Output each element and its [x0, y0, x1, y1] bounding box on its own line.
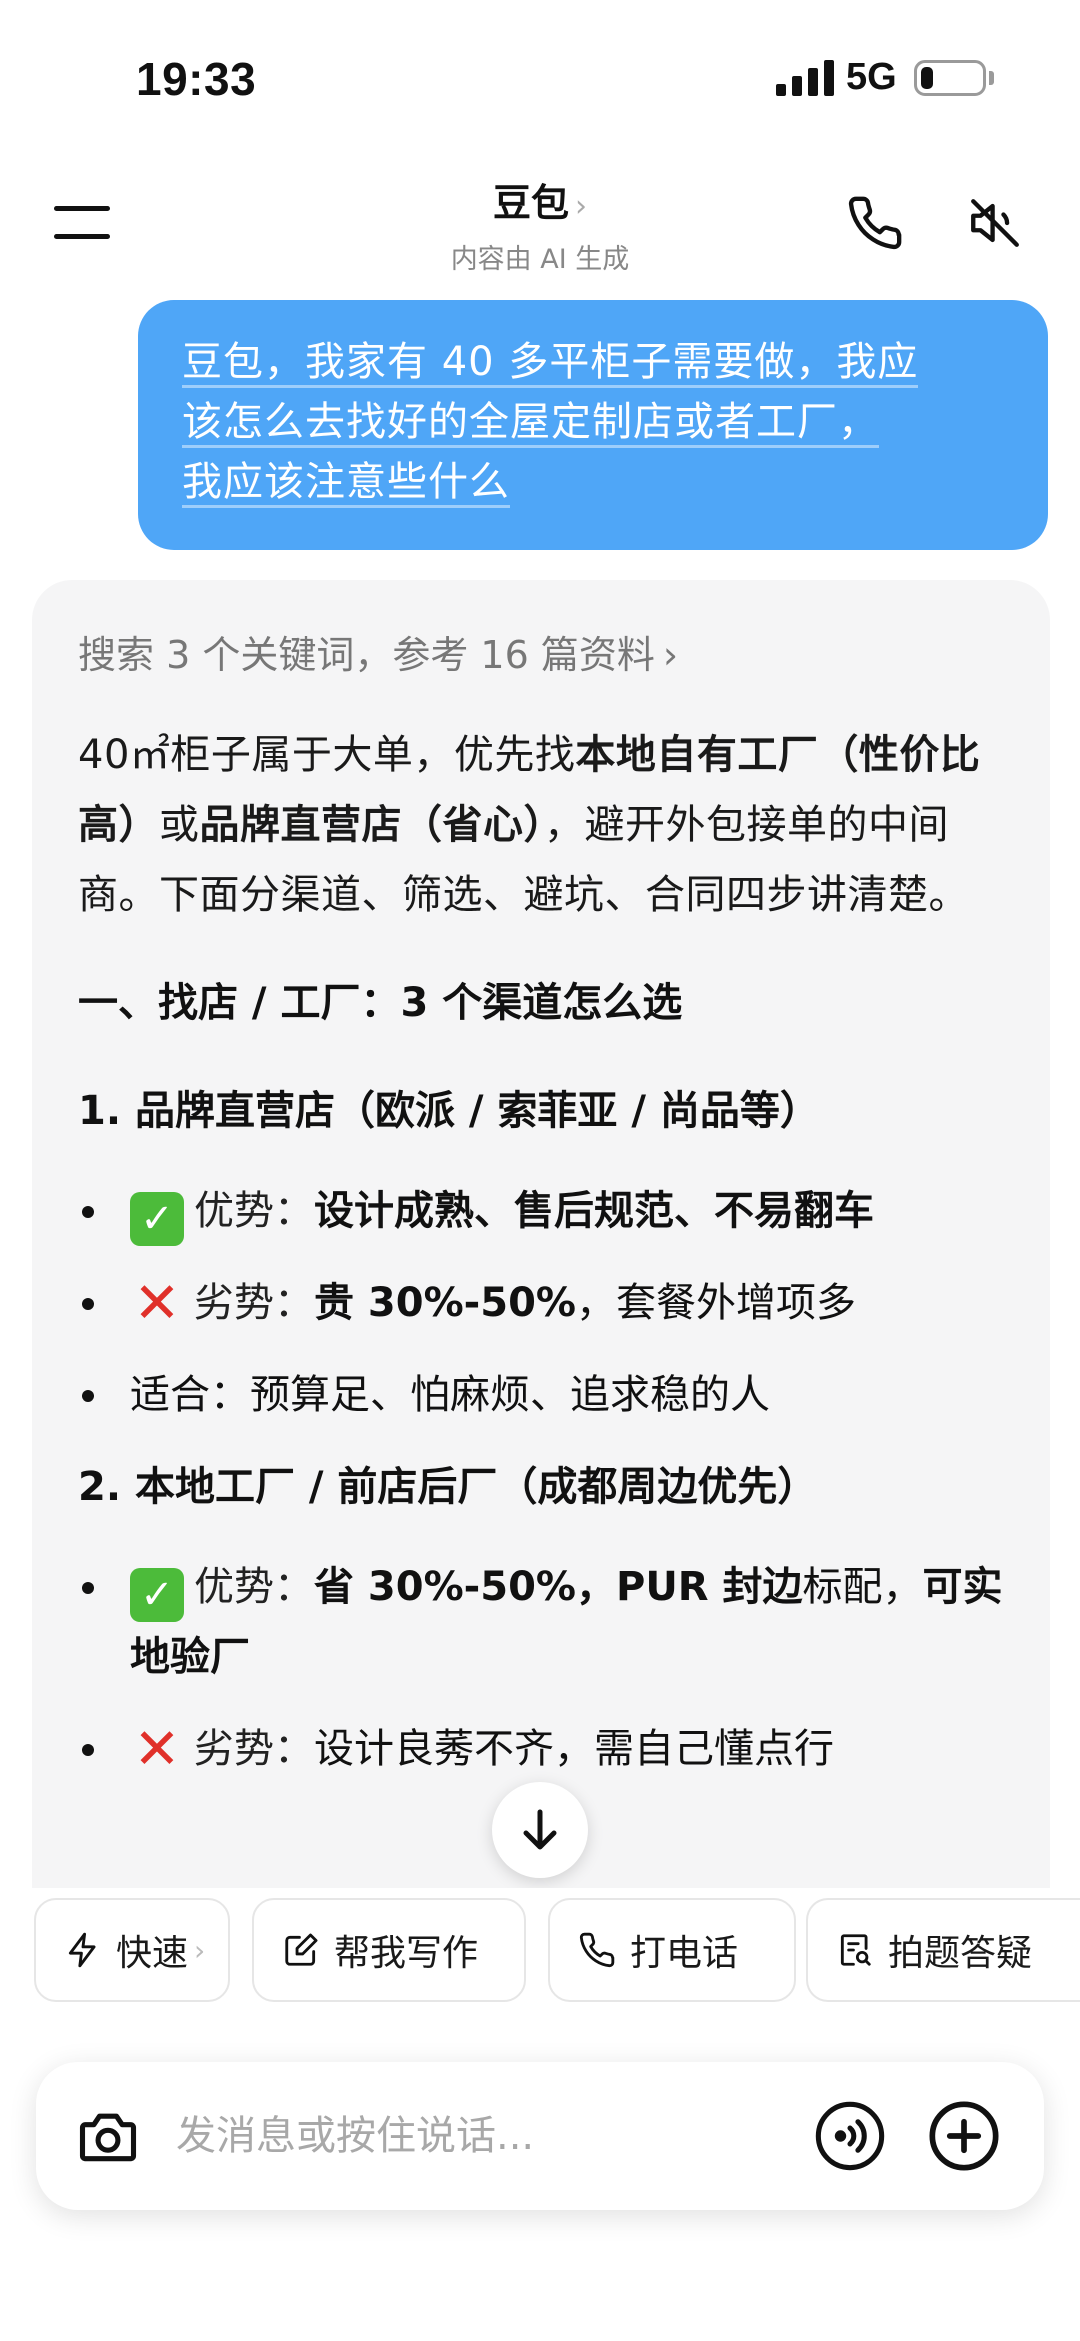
speaker-mute-icon[interactable]: [966, 194, 1024, 252]
message-input[interactable]: [176, 2102, 816, 2170]
user-message-bubble[interactable]: 豆包，我家有 40 多平柜子需要做，我应 该怎么去找好的全屋定制店或者工厂， 我…: [138, 300, 1048, 550]
chevron-right-icon: ›: [194, 1933, 206, 1967]
item-text: 设计良莠不齐，需自己懂点行: [314, 1726, 834, 1772]
item-text: 省 30%-50%，PUR 封边: [314, 1564, 803, 1610]
chat-screen: 19:33 5G 豆包 › 内容由 AI 生成 豆包，我家有 40 多平柜子需要…: [0, 0, 1080, 2341]
cross-mark-icon: ✕: [133, 1271, 181, 1336]
bullet-list: ✓ 优势：设计成熟、售后规范、不易翻车 ✕ 劣势：贵 30%-50%，套餐外增项多 …: [78, 1176, 1004, 1430]
list-item: 适合：预算足、怕麻烦、追求稳的人: [78, 1360, 1004, 1430]
intro-text: 40㎡柜子属于大单，优先找: [78, 732, 576, 778]
item-text: 设计成熟、售后规范、不易翻车: [314, 1188, 874, 1234]
chip-label: 拍题答疑: [888, 1933, 1033, 1974]
intro-bold: 品牌直营店（省心）: [199, 802, 544, 848]
intro-text: 或: [159, 802, 200, 848]
message-composer: [36, 2062, 1044, 2210]
title-chevron-icon: ›: [575, 189, 587, 224]
arrow-down-icon: [523, 1809, 557, 1850]
scan-question-icon: [840, 1934, 871, 1966]
battery-cap: [989, 71, 994, 85]
ai-disclaimer: 内容由 AI 生成: [450, 244, 630, 275]
ai-answer-card: 搜索 3 个关键词，参考 16 篇资料 › 40㎡柜子属于大单，优先找本地自有工厂…: [32, 580, 1050, 1980]
cross-mark-icon: ✕: [133, 1717, 181, 1782]
list-item: ✓ 优势：设计成熟、售后规范、不易翻车: [78, 1176, 1004, 1246]
chat-title-area[interactable]: 豆包 › 内容由 AI 生成: [340, 172, 740, 276]
status-bar: 19:33 5G: [0, 0, 1080, 150]
bullet-list: ✓ 优势：省 30%-50%，PUR 封边标配，可实地验厂 ✕ 劣势：设计良莠不齐，…: [78, 1552, 1004, 1784]
search-references-link[interactable]: 搜索 3 个关键词，参考 16 篇资料 ›: [78, 620, 1004, 690]
search-references-label: 搜索 3 个关键词，参考 16 篇资料: [78, 633, 655, 677]
camera-icon[interactable]: [74, 2102, 142, 2170]
battery-icon: [914, 60, 986, 96]
chip-label: 打电话: [630, 1933, 739, 1974]
chip-label: 快速: [116, 1933, 189, 1974]
list-item: ✕ 劣势：贵 30%-50%，套餐外增项多: [78, 1268, 1004, 1338]
subsection-heading: 1. 品牌直营店（欧派 / 索菲亚 / 尚品等）: [78, 1088, 820, 1134]
photo-question-chip[interactable]: 拍题答疑: [806, 1898, 1080, 2002]
list-item: ✓ 优势：省 30%-50%，PUR 封边标配，可实地验厂: [78, 1552, 1004, 1692]
item-text: 适合：预算足、怕麻烦、追求稳的人: [130, 1372, 770, 1418]
section-heading: 一、找店 / 工厂：3 个渠道怎么选: [78, 980, 683, 1026]
user-message-line: 我应该注意些什么: [182, 459, 510, 508]
item-text: 贵 30%-50%: [314, 1280, 577, 1326]
item-text: 标配，: [802, 1564, 923, 1610]
scroll-to-bottom-button[interactable]: [492, 1782, 588, 1878]
edit-icon: [285, 1933, 318, 1966]
item-label: 劣势：: [194, 1726, 314, 1772]
plus-icon[interactable]: [926, 2098, 1002, 2174]
chevron-right-icon: ›: [662, 633, 679, 677]
subsection-heading: 2. 本地工厂 / 前店后厂（成都周边优先）: [78, 1464, 818, 1510]
phone-icon: [579, 1932, 615, 1968]
item-label: 劣势：: [194, 1280, 314, 1326]
phone-call-icon[interactable]: [846, 194, 904, 252]
menu-icon[interactable]: [54, 202, 110, 242]
item-label: 优势：: [194, 1188, 314, 1234]
network-type: 5G: [846, 56, 897, 98]
voice-input-icon[interactable]: [812, 2098, 888, 2174]
chip-label: 帮我写作: [334, 1933, 479, 1974]
item-text: ，套餐外增项多: [576, 1280, 857, 1326]
lightning-icon: [68, 1932, 96, 1968]
quick-actions-bar: 快速 › 帮我写作 打电话 拍题答疑: [0, 1888, 1080, 2018]
user-message-text: 豆包，我家有 40 多平柜子需要做，我应 该怎么去找好的全屋定制店或者工厂， 我…: [182, 332, 1008, 512]
quick-mode-chip[interactable]: 快速 ›: [34, 1898, 230, 2002]
check-mark-icon: ✓: [130, 1568, 184, 1622]
user-message-line: 豆包，我家有 40 多平柜子需要做，我应: [182, 339, 919, 388]
list-item: ✕ 劣势：设计良莠不齐，需自己懂点行: [78, 1714, 1004, 1784]
bot-name: 豆包: [492, 181, 569, 225]
user-message-line: 该怎么去找好的全屋定制店或者工厂，: [182, 399, 879, 448]
signal-icon: [776, 60, 834, 96]
check-mark-icon: ✓: [130, 1192, 184, 1246]
phone-call-chip[interactable]: 打电话: [548, 1898, 796, 2002]
item-label: 优势：: [194, 1564, 314, 1610]
write-assist-chip[interactable]: 帮我写作: [252, 1898, 526, 2002]
answer-intro: 40㎡柜子属于大单，优先找本地自有工厂（性价比高）或品牌直营店（省心），避开外包…: [78, 720, 1004, 930]
clock: 19:33: [136, 53, 257, 105]
chat-header: 豆包 › 内容由 AI 生成: [0, 160, 1080, 280]
